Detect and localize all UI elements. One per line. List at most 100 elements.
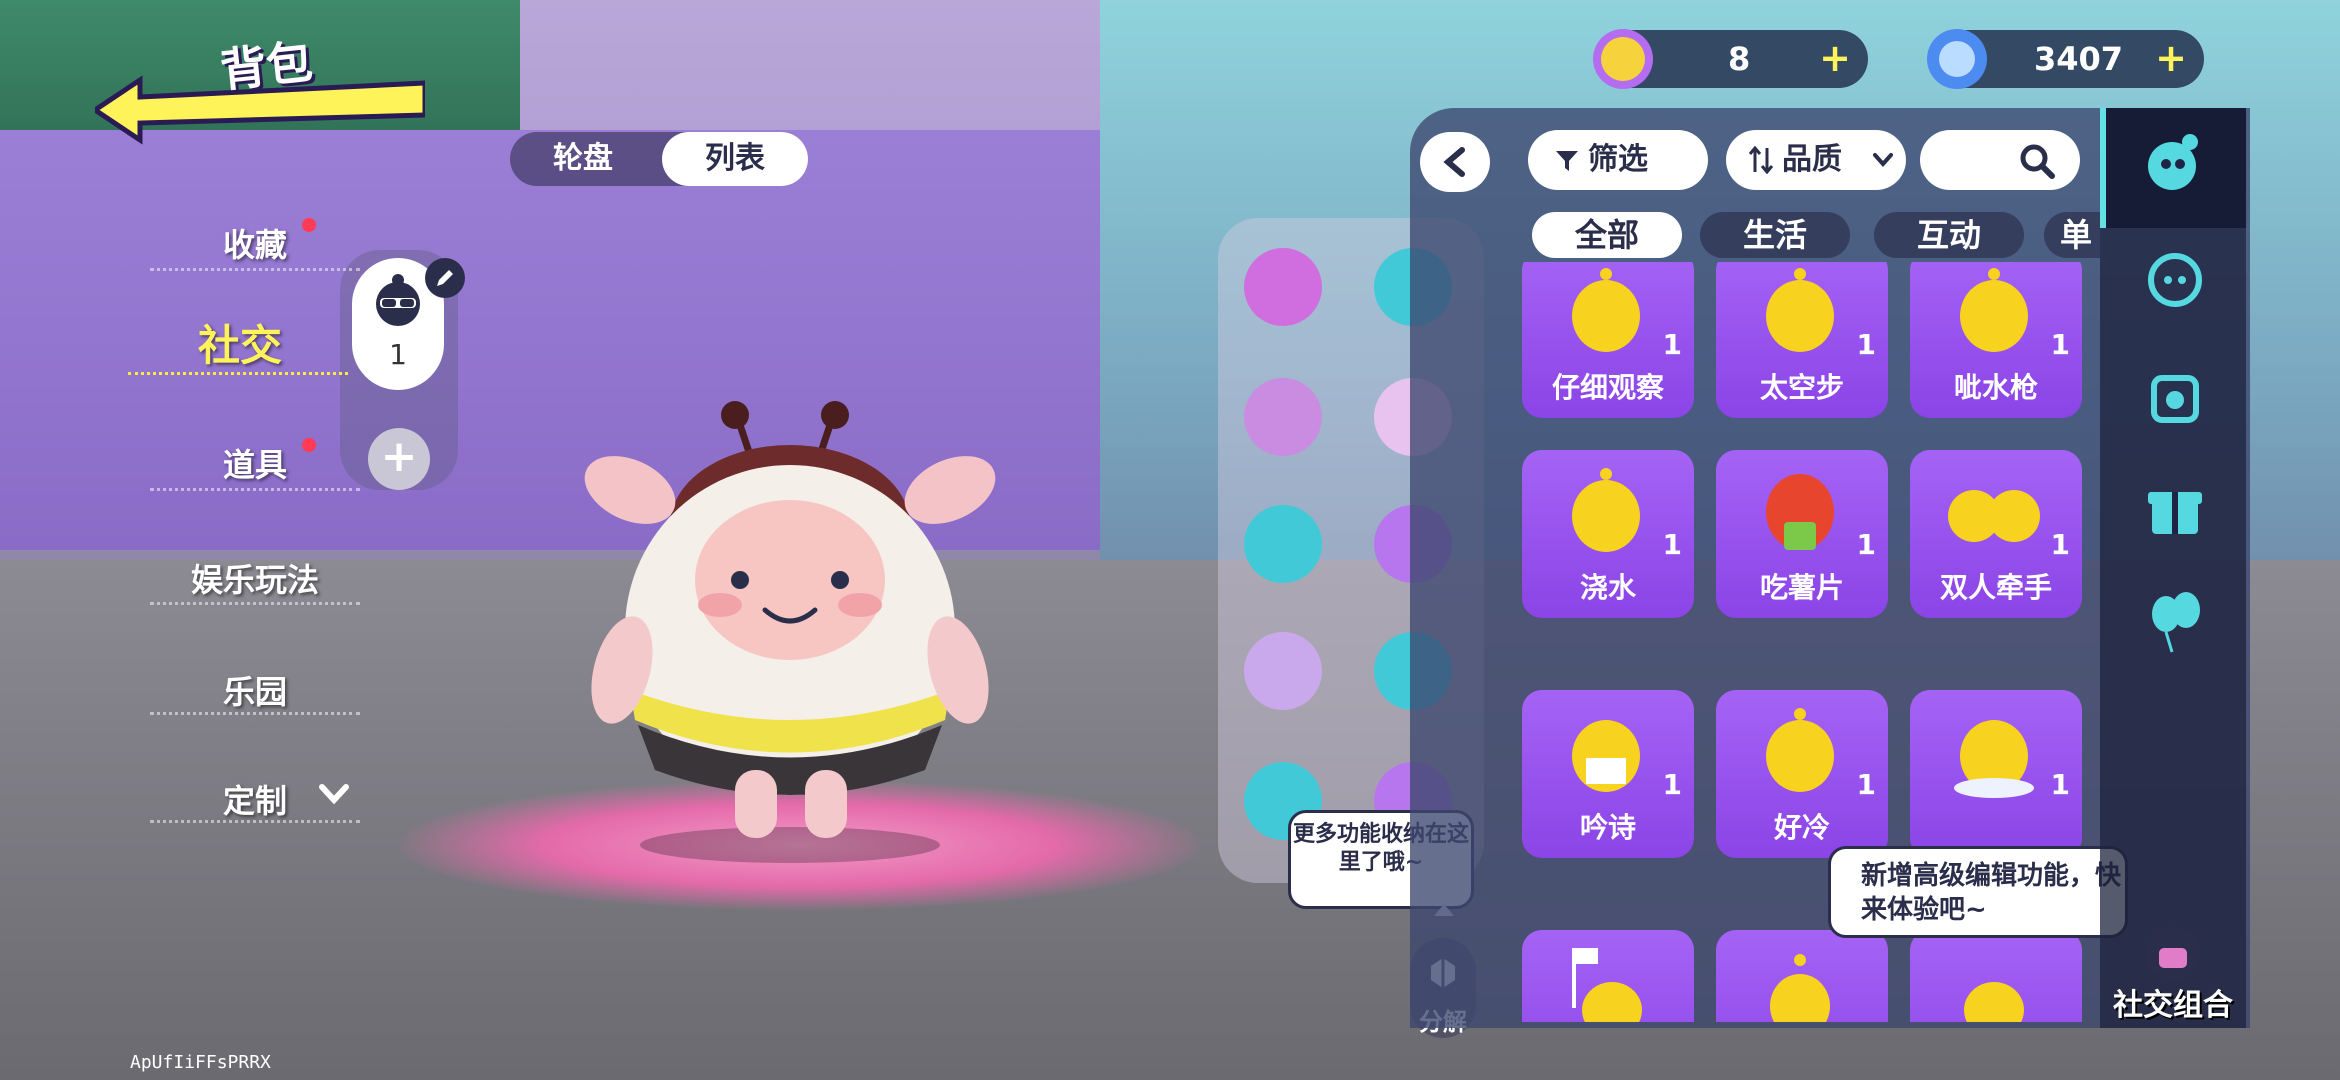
menu-divider bbox=[150, 820, 360, 823]
quick-slot-5[interactable] bbox=[1244, 505, 1322, 583]
filter-label: 筛选 bbox=[1588, 142, 1648, 177]
add-slot-button[interactable]: + bbox=[368, 428, 430, 490]
chevron-down-icon[interactable] bbox=[318, 782, 350, 806]
chick-emote-icon bbox=[1572, 720, 1640, 792]
favorites-badge bbox=[302, 218, 316, 232]
toggle-wheel[interactable]: 轮盘 bbox=[510, 132, 656, 186]
gem-amount: 3407 bbox=[2034, 40, 2124, 78]
emote-card[interactable] bbox=[1910, 930, 2082, 1022]
menu-item-favorites[interactable]: 收藏 bbox=[150, 220, 360, 266]
menu-item-park[interactable]: 乐园 bbox=[150, 667, 360, 713]
quick-slot-1[interactable] bbox=[1244, 248, 1322, 326]
emote-card[interactable]: 1 吃薯片 bbox=[1716, 450, 1888, 618]
menu-divider bbox=[150, 712, 360, 715]
social-emote-category-icon[interactable] bbox=[2140, 128, 2210, 198]
menu-item-entertainment[interactable]: 娱乐玩法 bbox=[150, 555, 360, 601]
social-combo-icon bbox=[2147, 927, 2199, 979]
player-character[interactable] bbox=[560, 390, 1020, 870]
emote-card[interactable]: 1 浇水 bbox=[1522, 450, 1694, 618]
filter-button[interactable]: 筛选 bbox=[1528, 130, 1708, 190]
emote-card[interactable]: 1 双人牵手 bbox=[1910, 450, 2082, 618]
emote-qty: 1 bbox=[1662, 328, 1682, 361]
social-combo-button[interactable]: 社交组合 bbox=[2100, 920, 2246, 1028]
emote-card[interactable] bbox=[1522, 930, 1694, 1022]
coin-add-button[interactable]: + bbox=[1816, 39, 1854, 78]
tab-interact[interactable]: 互动 bbox=[1874, 212, 2024, 258]
emote-card[interactable]: 1 吟诗 bbox=[1522, 690, 1694, 858]
emote-qty: 1 bbox=[1662, 768, 1682, 801]
coin-counter: 8 + bbox=[1593, 29, 1868, 89]
tab-solo[interactable]: 单人 bbox=[2044, 212, 2100, 258]
gem-add-button[interactable]: + bbox=[2152, 39, 2190, 78]
gold-coin-icon bbox=[1593, 29, 1653, 89]
emote-card[interactable]: 1 太空步 bbox=[1716, 262, 1888, 418]
toggle-list[interactable]: 列表 bbox=[662, 132, 808, 186]
edit-slot-button[interactable] bbox=[425, 258, 465, 298]
tab-all[interactable]: 全部 bbox=[1532, 212, 1682, 258]
emote-qty: 1 bbox=[2050, 328, 2070, 361]
cool-sunglasses-chick-icon bbox=[376, 274, 420, 326]
tab-life[interactable]: 生活 bbox=[1700, 212, 1850, 258]
emote-name: 吃薯片 bbox=[1759, 571, 1844, 604]
menu-divider bbox=[150, 602, 360, 605]
social-combo-label: 社交组合 bbox=[2113, 988, 2233, 1023]
emote-name: 双人牵手 bbox=[1939, 571, 2052, 604]
edit-hint-tooltip: 新增高级编辑功能，快来体验吧~ bbox=[1828, 846, 2128, 938]
menu-item-social[interactable]: 社交 bbox=[130, 312, 350, 373]
emote-card[interactable]: 1 bbox=[1910, 690, 2082, 858]
chick-emote-icon bbox=[1954, 720, 2034, 798]
slot-count: 1 bbox=[389, 338, 407, 371]
photo-frame-category-icon[interactable] bbox=[2140, 360, 2210, 430]
emote-qty: 1 bbox=[1856, 328, 1876, 361]
menu-item-props[interactable]: 道具 bbox=[150, 440, 360, 486]
emote-name: 好冷 bbox=[1773, 811, 1830, 844]
emote-name: 呲水枪 bbox=[1953, 371, 2038, 404]
chick-emote-icon bbox=[1770, 954, 1830, 1022]
collapse-panel-button[interactable] bbox=[1420, 132, 1490, 192]
chevron-down-icon bbox=[1873, 153, 1893, 168]
quick-slot-7[interactable] bbox=[1244, 632, 1322, 710]
emote-card[interactable]: 1 好冷 bbox=[1716, 690, 1888, 858]
gem-counter: 3407 + bbox=[1927, 29, 2204, 89]
search-icon bbox=[2020, 144, 2055, 179]
emote-card[interactable]: 1 仔细观察 bbox=[1522, 262, 1694, 418]
chevron-left-icon bbox=[1443, 147, 1465, 177]
emote-name: 太空步 bbox=[1759, 371, 1844, 404]
chick-emote-icon bbox=[1964, 982, 2024, 1022]
chick-emote-icon bbox=[1766, 708, 1834, 792]
emote-name: 仔细观察 bbox=[1551, 371, 1664, 404]
emote-qty: 1 bbox=[2050, 768, 2070, 801]
chick-emote-icon bbox=[1572, 268, 1640, 352]
props-badge bbox=[302, 438, 316, 452]
view-toggle: 轮盘 列表 bbox=[510, 132, 808, 186]
chick-emote-icon bbox=[1766, 268, 1834, 352]
sort-icon bbox=[1748, 146, 1774, 174]
sort-quality-button[interactable]: 品质 bbox=[1726, 130, 1906, 190]
menu-divider bbox=[150, 268, 360, 271]
quick-slot-3[interactable] bbox=[1244, 378, 1322, 456]
page-title: 背包 bbox=[217, 34, 315, 98]
emote-qty: 1 bbox=[1662, 528, 1682, 561]
blue-gem-icon bbox=[1927, 29, 1987, 89]
chick-emote-icon bbox=[1572, 468, 1640, 552]
emote-qty: 1 bbox=[1856, 528, 1876, 561]
emote-name: 浇水 bbox=[1579, 571, 1636, 604]
menu-active-underline bbox=[128, 372, 348, 375]
emote-card[interactable] bbox=[1716, 930, 1888, 1022]
emote-qty: 1 bbox=[2050, 528, 2070, 561]
face-category-icon[interactable] bbox=[2140, 242, 2210, 312]
gift-box-category-icon[interactable] bbox=[2140, 472, 2210, 542]
balloon-category-icon[interactable] bbox=[2140, 586, 2210, 656]
flag-chick-emote-icon bbox=[1572, 948, 1642, 1022]
emote-qty: 1 bbox=[1856, 768, 1876, 801]
menu-divider bbox=[150, 488, 360, 491]
chip-bag-emote-icon bbox=[1766, 474, 1834, 550]
search-field[interactable] bbox=[1920, 130, 2080, 190]
watermark-text: ApUfIiFFsPRRX bbox=[130, 1052, 271, 1073]
holding-hands-emote-icon bbox=[1948, 490, 2040, 542]
chick-emote-icon bbox=[1960, 268, 2028, 352]
filter-icon bbox=[1556, 151, 1578, 171]
emote-name: 吟诗 bbox=[1579, 811, 1636, 844]
coin-amount: 8 bbox=[1728, 40, 1751, 78]
emote-card[interactable]: 1 呲水枪 bbox=[1910, 262, 2082, 418]
